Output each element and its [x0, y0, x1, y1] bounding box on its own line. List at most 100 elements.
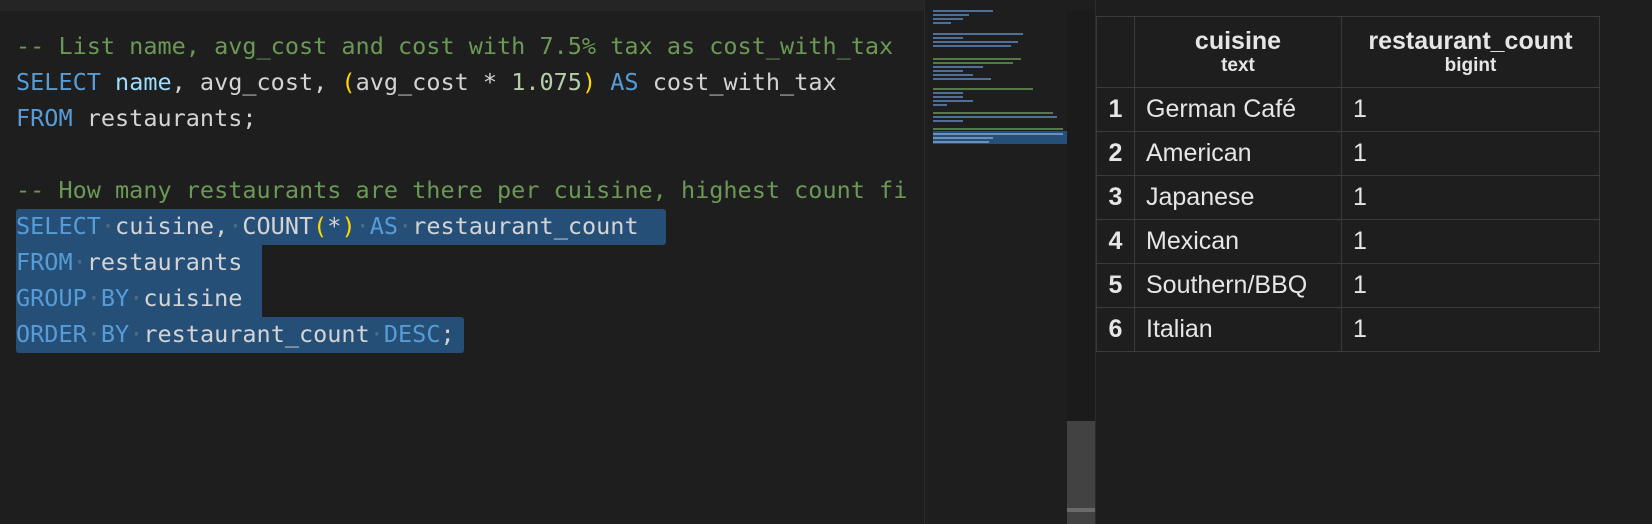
- whitespace-marker: ·: [86, 284, 101, 312]
- column-header-restaurant-count[interactable]: restaurant_count bigint: [1341, 16, 1600, 88]
- minimap-line: [933, 120, 963, 122]
- code-token: ORDER: [16, 320, 87, 348]
- code-token: restaurants: [86, 248, 243, 276]
- scrollbar-marker: [1067, 508, 1095, 512]
- code-line: SELECT·cuisine,·COUNT(*)·AS·restaurant_c…: [16, 211, 639, 241]
- cell-restaurant-count[interactable]: 1: [1341, 219, 1600, 264]
- table-row[interactable]: 2 American 1: [1096, 131, 1600, 176]
- code-token: cost_with_tax: [638, 68, 837, 96]
- code-line: GROUP·BY·cuisine: [16, 283, 242, 313]
- code-token: ): [341, 212, 356, 240]
- minimap-line: [933, 14, 969, 16]
- code-token: FROM: [16, 104, 73, 132]
- minimap-line: [933, 104, 947, 106]
- minimap-line: [933, 58, 1021, 60]
- results-table: cuisine text restaurant_count bigint 1 G…: [1096, 16, 1600, 352]
- code-token: -- List name, avg_cost and cost with 7.5…: [16, 32, 894, 60]
- minimap[interactable]: [924, 0, 1068, 524]
- results-panel: cuisine text restaurant_count bigint 1 G…: [1095, 0, 1652, 524]
- whitespace-marker: ·: [228, 212, 243, 240]
- whitespace-marker: ·: [129, 284, 144, 312]
- column-header-cuisine[interactable]: cuisine text: [1134, 16, 1342, 88]
- code-line: SELECT name, avg_cost, (avg_cost * 1.075…: [16, 67, 837, 97]
- table-row[interactable]: 4 Mexican 1: [1096, 219, 1600, 264]
- table-row[interactable]: 1 German Café 1: [1096, 87, 1600, 132]
- code-token: 1.075: [511, 68, 582, 96]
- minimap-line: [933, 62, 1013, 64]
- code-token: -- How many restaurants are there per cu…: [16, 176, 908, 204]
- whitespace-marker: ·: [72, 248, 87, 276]
- minimap-line: [933, 18, 963, 20]
- cell-restaurant-count[interactable]: 1: [1341, 87, 1600, 132]
- code-token: cuisine: [143, 284, 243, 312]
- row-number: 3: [1096, 175, 1135, 220]
- minimap-line: [933, 133, 1063, 135]
- sql-editor[interactable]: -- List name, avg_cost and cost with 7.5…: [0, 11, 924, 524]
- row-number: 4: [1096, 219, 1135, 264]
- table-row[interactable]: 6 Italian 1: [1096, 307, 1600, 352]
- minimap-line: [933, 116, 1057, 118]
- minimap-line: [933, 112, 1053, 114]
- whitespace-marker: ·: [369, 320, 384, 348]
- cell-restaurant-count[interactable]: 1: [1341, 175, 1600, 220]
- minimap-line: [933, 137, 993, 139]
- code-token: restaurant_count: [412, 212, 639, 240]
- minimap-line: [933, 10, 993, 12]
- minimap-line: [933, 45, 1011, 47]
- column-type: text: [1221, 55, 1255, 76]
- cell-cuisine[interactable]: Japanese: [1134, 175, 1342, 220]
- whitespace-marker: ·: [129, 320, 144, 348]
- column-name: cuisine: [1194, 27, 1282, 55]
- code-line: ORDER·BY·restaurant_count·DESC;: [16, 319, 455, 349]
- whitespace-marker: ·: [100, 212, 116, 240]
- code-line: FROM restaurants;: [16, 103, 257, 133]
- code-token: COUNT: [242, 212, 314, 240]
- code-token: SELECT: [16, 212, 101, 240]
- row-number-header: [1096, 16, 1135, 88]
- minimap-line: [933, 78, 991, 80]
- whitespace-marker: ·: [86, 320, 101, 348]
- cell-cuisine[interactable]: German Café: [1134, 87, 1342, 132]
- code-token: name: [115, 68, 172, 96]
- minimap-line: [933, 41, 1018, 43]
- table-row[interactable]: 5 Southern/BBQ 1: [1096, 263, 1600, 308]
- row-number: 5: [1096, 263, 1135, 308]
- table-row[interactable]: 3 Japanese 1: [1096, 175, 1600, 220]
- code-token: GROUP: [16, 284, 87, 312]
- code-line: -- List name, avg_cost and cost with 7.5…: [16, 31, 893, 61]
- code-token: AS: [369, 212, 399, 240]
- row-number: 2: [1096, 131, 1135, 176]
- minimap-line: [933, 96, 963, 98]
- code-token: AS: [610, 68, 639, 96]
- code-token: DESC: [383, 320, 441, 348]
- code-token: ): [581, 68, 597, 96]
- cell-cuisine[interactable]: Southern/BBQ: [1134, 263, 1342, 308]
- cell-restaurant-count[interactable]: 1: [1341, 131, 1600, 176]
- minimap-line: [933, 22, 951, 24]
- minimap-line: [933, 33, 1023, 35]
- code-token: (: [341, 68, 356, 96]
- cell-cuisine[interactable]: Italian: [1134, 307, 1342, 352]
- row-number: 1: [1096, 87, 1135, 132]
- cell-restaurant-count[interactable]: 1: [1341, 307, 1600, 352]
- code-line: FROM·restaurants: [16, 247, 242, 277]
- minimap-line: [933, 88, 1033, 90]
- column-type: bigint: [1444, 55, 1497, 76]
- code-token: *: [327, 212, 342, 240]
- cell-cuisine[interactable]: American: [1134, 131, 1342, 176]
- minimap-line: [933, 100, 973, 102]
- code-token: BY: [100, 320, 130, 348]
- code-token: ;: [440, 320, 455, 348]
- code-token: , avg_cost,: [171, 68, 342, 96]
- code-token: (: [313, 212, 328, 240]
- table-header-row: cuisine text restaurant_count bigint: [1096, 16, 1600, 88]
- cell-cuisine[interactable]: Mexican: [1134, 219, 1342, 264]
- column-name: restaurant_count: [1368, 27, 1573, 55]
- minimap-line: [933, 92, 963, 94]
- minimap-line: [933, 128, 1063, 130]
- cell-restaurant-count[interactable]: 1: [1341, 263, 1600, 308]
- code-line: -- How many restaurants are there per cu…: [16, 175, 907, 205]
- minimap-line: [933, 66, 983, 68]
